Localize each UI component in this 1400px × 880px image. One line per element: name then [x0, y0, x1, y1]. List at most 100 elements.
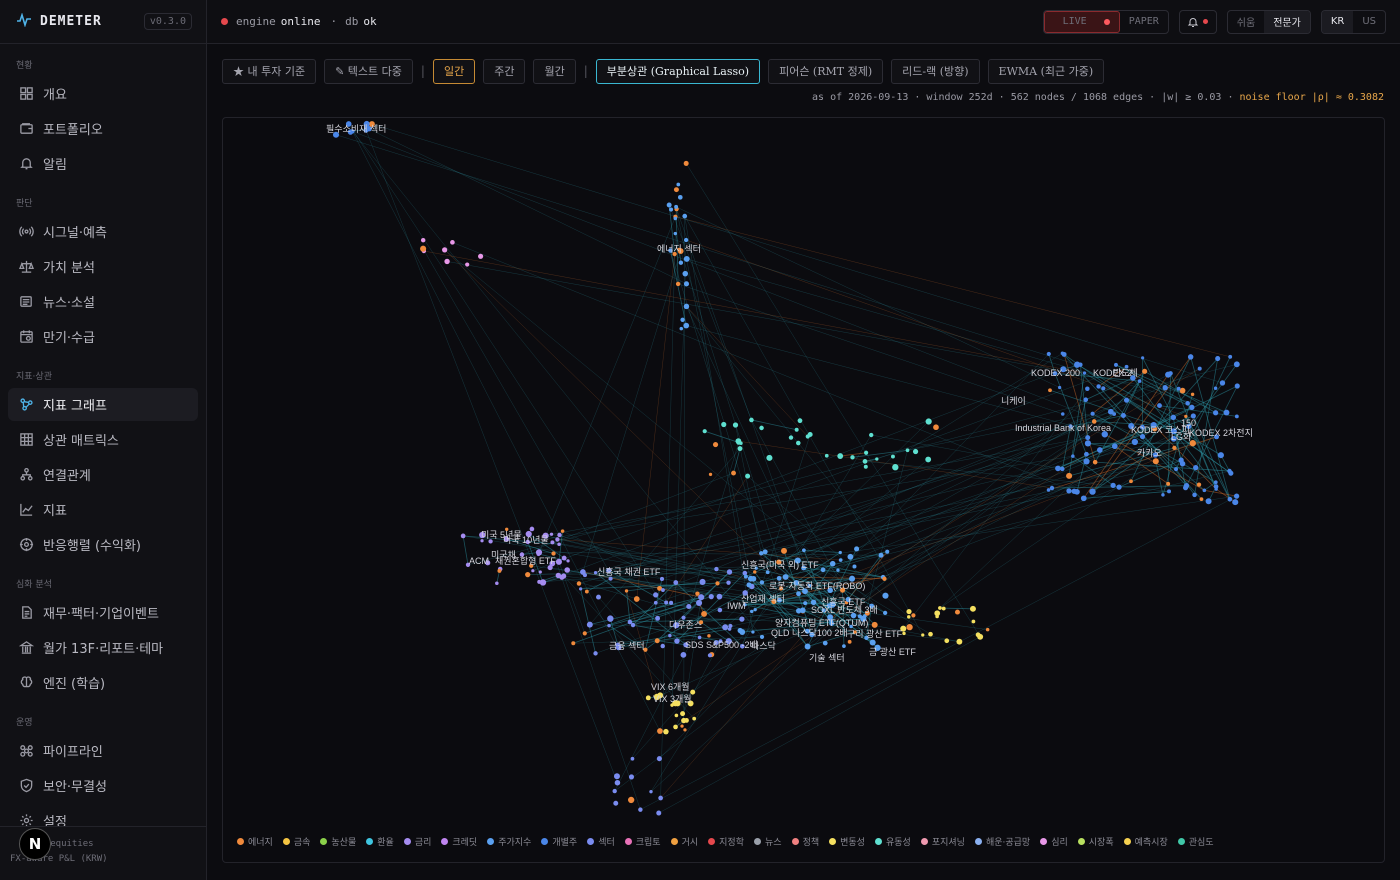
legend-item[interactable]: 거시	[670, 835, 698, 848]
graph-node[interactable]	[954, 609, 960, 615]
graph-node[interactable]	[822, 640, 828, 646]
graph-node[interactable]	[680, 651, 687, 658]
graph-node[interactable]	[1046, 488, 1051, 492]
graph-node[interactable]	[1066, 472, 1073, 479]
graph-node[interactable]	[788, 435, 794, 440]
graph-node[interactable]	[683, 728, 687, 732]
graph-node[interactable]	[745, 473, 751, 479]
graph-node[interactable]	[795, 608, 802, 614]
graph-node[interactable]	[1055, 465, 1061, 472]
graph-node[interactable]	[762, 549, 768, 555]
graph-node[interactable]	[1193, 464, 1199, 471]
graph-node[interactable]	[697, 635, 702, 640]
graph-node[interactable]	[842, 644, 846, 648]
graph-node[interactable]	[571, 641, 576, 646]
graph-node[interactable]	[933, 424, 939, 431]
graph-node[interactable]	[550, 540, 555, 545]
graph-node[interactable]	[794, 427, 799, 432]
graph-node[interactable]	[661, 588, 665, 592]
my-criteria-button[interactable]: ★ 내 투자 기준	[222, 58, 317, 84]
graph-node[interactable]	[1192, 492, 1197, 498]
graph-node[interactable]	[1157, 403, 1162, 409]
graph-node[interactable]	[1090, 411, 1095, 416]
graph-node[interactable]	[921, 633, 925, 637]
graph-node[interactable]	[1137, 379, 1142, 383]
graph-node[interactable]	[749, 417, 754, 423]
graph-node[interactable]	[905, 448, 910, 453]
graph-node[interactable]	[871, 621, 878, 628]
graph-node[interactable]	[683, 160, 689, 166]
graph-node[interactable]	[847, 553, 854, 560]
method-ewma-button[interactable]: EWMA (최근 가중)	[987, 58, 1105, 84]
sidebar-item-tree[interactable]: 연결관계	[8, 458, 198, 491]
graph-node[interactable]	[1085, 435, 1091, 441]
graph-node[interactable]	[1170, 414, 1177, 421]
graph-node[interactable]	[731, 470, 736, 476]
graph-node[interactable]	[659, 576, 665, 582]
graph-node[interactable]	[776, 575, 782, 581]
graph-node[interactable]	[938, 606, 942, 610]
legend-item[interactable]: 관심도	[1177, 835, 1214, 848]
graph-node[interactable]	[674, 713, 679, 718]
graph-node[interactable]	[673, 216, 678, 221]
graph-node[interactable]	[1213, 480, 1218, 485]
legend-item[interactable]: 에너지	[237, 835, 273, 848]
graph-node[interactable]	[737, 627, 743, 634]
graph-node[interactable]	[538, 570, 542, 574]
graph-node[interactable]	[1141, 356, 1145, 360]
graph-node[interactable]	[737, 446, 743, 452]
graph-node[interactable]	[668, 633, 672, 638]
graph-node[interactable]	[869, 432, 874, 438]
graph-node[interactable]	[669, 600, 674, 605]
sidebar-item-doc[interactable]: 재무·팩터·기업이벤트	[8, 596, 198, 629]
graph-node[interactable]	[925, 418, 932, 425]
graph-node[interactable]	[1060, 466, 1065, 472]
graph-node[interactable]	[1131, 438, 1139, 446]
graph-node[interactable]	[1228, 354, 1233, 359]
legend-item[interactable]: 시장폭	[1077, 835, 1114, 848]
graph-node[interactable]	[820, 567, 826, 573]
graph-node[interactable]	[674, 638, 680, 644]
sidebar-item-graph[interactable]: 지표 그래프	[8, 388, 198, 421]
graph-node[interactable]	[803, 601, 808, 606]
graph-node[interactable]	[829, 560, 836, 567]
sidebar-item-chart[interactable]: 지표	[8, 493, 198, 526]
graph-node[interactable]	[645, 695, 651, 701]
graph-node[interactable]	[759, 425, 764, 431]
graph-node[interactable]	[630, 622, 636, 628]
legend-item[interactable]: 유동성	[874, 835, 911, 848]
graph-node[interactable]	[838, 550, 842, 555]
graph-node[interactable]	[911, 613, 916, 618]
graph-node[interactable]	[749, 609, 754, 614]
graph-node[interactable]	[420, 237, 426, 243]
graph-node[interactable]	[782, 574, 789, 580]
graph-node[interactable]	[912, 448, 919, 455]
graph-node[interactable]	[613, 773, 620, 780]
graph-node[interactable]	[759, 580, 765, 585]
graph-node[interactable]	[837, 453, 844, 459]
graph-node[interactable]	[584, 589, 589, 594]
graph-node[interactable]	[707, 634, 711, 638]
graph-node[interactable]	[882, 592, 889, 599]
graph-node[interactable]	[465, 262, 470, 267]
graph-node[interactable]	[1234, 414, 1239, 419]
graph-node[interactable]	[892, 464, 899, 471]
graph-node[interactable]	[890, 454, 895, 459]
graph-node[interactable]	[682, 270, 689, 277]
graph-node[interactable]	[715, 581, 720, 586]
indicator-graph-panel[interactable]: 필수소비재 섹터 에너지 섹터 니케이 KODEX 200 KODEX 2 반도체 Indu…	[222, 117, 1385, 863]
legend-item[interactable]: 포지셔닝	[920, 835, 965, 848]
sidebar-item-matrix[interactable]: 상관 매트릭스	[8, 423, 198, 456]
graph-node[interactable]	[1129, 479, 1133, 484]
graph-node[interactable]	[676, 182, 681, 187]
graph-node[interactable]	[836, 568, 840, 572]
graph-node[interactable]	[593, 651, 598, 656]
sidebar-item-brain[interactable]: 엔진 (학습)	[8, 666, 198, 699]
graph-node[interactable]	[675, 281, 681, 287]
graph-node[interactable]	[680, 711, 686, 717]
graph-node[interactable]	[525, 572, 531, 578]
period-daily-button[interactable]: 일간	[432, 58, 476, 84]
graph-node[interactable]	[673, 231, 678, 236]
graph-node[interactable]	[971, 619, 976, 624]
graph-node[interactable]	[582, 573, 587, 578]
